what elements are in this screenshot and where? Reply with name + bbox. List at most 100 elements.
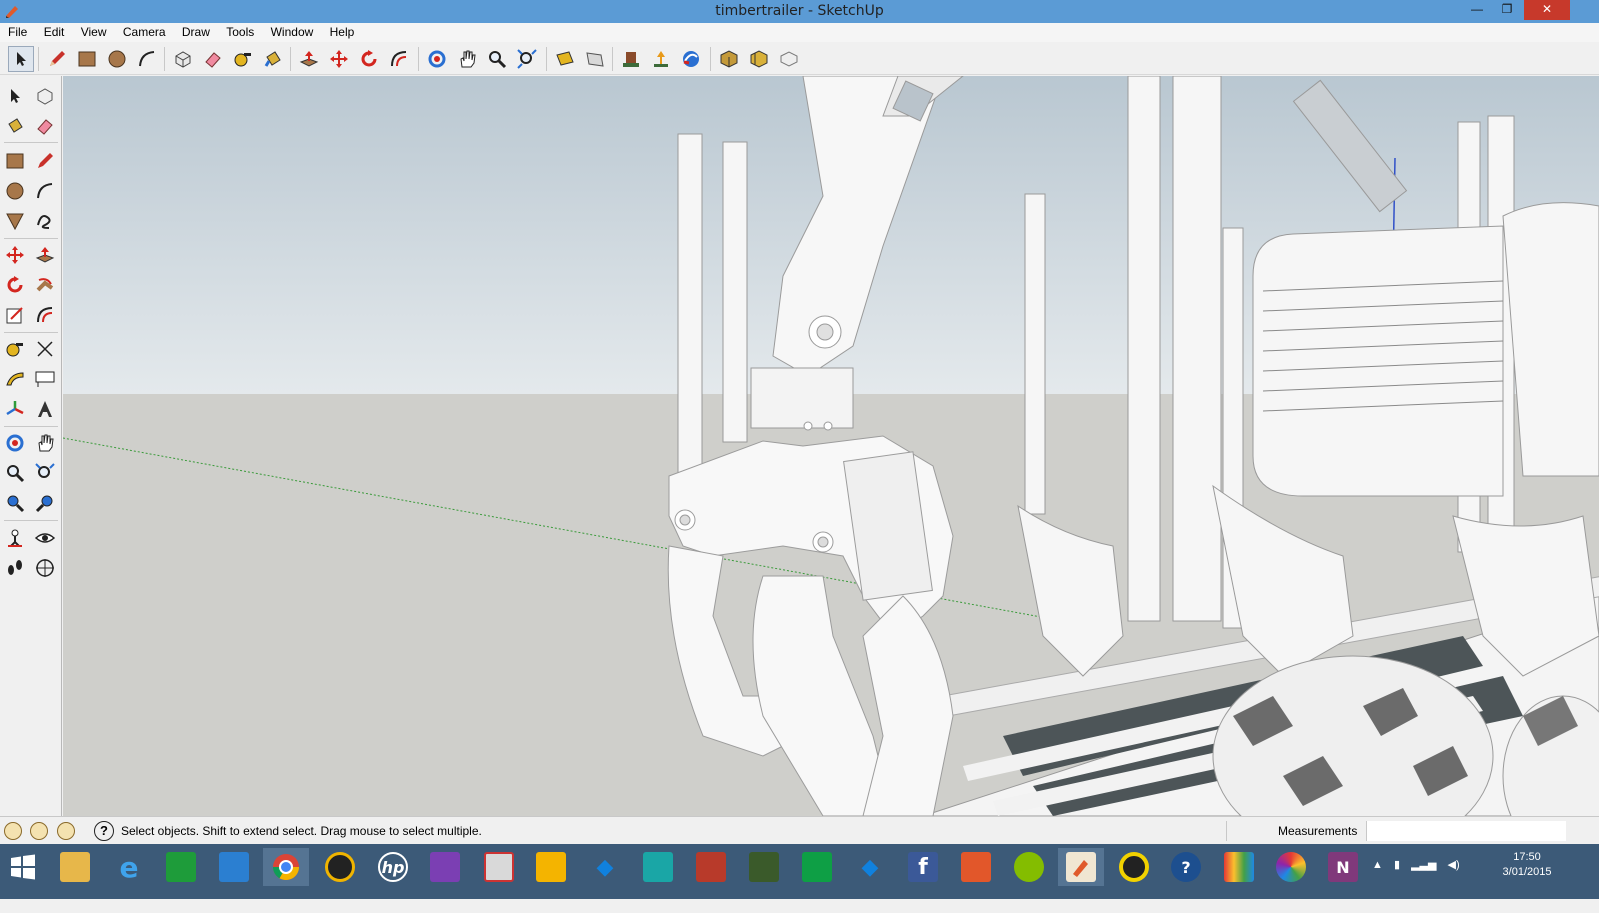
eraser-icon[interactable] [32, 113, 58, 139]
menu-draw[interactable]: Draw [182, 23, 210, 39]
tray-arrow-icon[interactable]: ▲ [1372, 859, 1383, 871]
select-icon[interactable] [2, 83, 28, 109]
model-scene[interactable] [63, 76, 1599, 816]
rotate-icon[interactable] [2, 272, 28, 298]
section-plane-icon[interactable] [32, 555, 58, 581]
move-icon[interactable] [2, 242, 28, 268]
next-view-icon[interactable] [582, 46, 608, 72]
make-component-icon[interactable] [32, 83, 58, 109]
eraser-icon[interactable] [200, 46, 226, 72]
geo-location-icon[interactable] [4, 822, 22, 840]
zoom-extents-icon[interactable] [514, 46, 540, 72]
walk-icon[interactable] [2, 555, 28, 581]
zoom-extents-icon[interactable] [32, 490, 58, 516]
line-icon[interactable] [32, 148, 58, 174]
tape-measure-icon[interactable] [230, 46, 256, 72]
previous-icon[interactable] [2, 490, 28, 516]
minimize-button[interactable]: — [1462, 0, 1492, 20]
pencil-icon[interactable] [44, 46, 70, 72]
share-model-icon[interactable] [648, 46, 674, 72]
styles-icon[interactable] [746, 46, 772, 72]
look-around-icon[interactable] [32, 525, 58, 551]
app-rocket-icon[interactable] [211, 848, 257, 886]
freehand-icon[interactable] [32, 208, 58, 234]
3ds-max-icon[interactable] [635, 848, 681, 886]
help-icon[interactable]: ? [1163, 848, 1209, 886]
menu-edit[interactable]: Edit [44, 23, 65, 39]
circle-icon[interactable] [2, 178, 28, 204]
instructor-help-icon[interactable]: ? [94, 821, 114, 841]
tape-measure-icon[interactable] [2, 336, 28, 362]
paint-bucket-icon[interactable] [260, 46, 286, 72]
system-tray[interactable]: ▲ ▮ ▂▃▅ ◀) [1372, 858, 1460, 913]
push-pull-icon[interactable] [32, 242, 58, 268]
sketchup-taskbar-icon[interactable] [1058, 848, 1104, 886]
menu-help[interactable]: Help [330, 23, 355, 39]
file-explorer-icon[interactable] [52, 848, 98, 886]
menu-window[interactable]: Window [271, 23, 314, 39]
farming-game-icon[interactable] [741, 848, 787, 886]
chrome-icon[interactable] [263, 848, 309, 886]
zoom-window-icon[interactable] [32, 460, 58, 486]
paint-bucket-icon[interactable] [2, 113, 28, 139]
pan-icon[interactable] [454, 46, 480, 72]
rectangle-icon[interactable] [74, 46, 100, 72]
hp-icon[interactable]: hp [370, 848, 416, 886]
audio-app-icon[interactable] [953, 848, 999, 886]
volume-icon[interactable]: ◀) [1448, 859, 1460, 871]
send-to-layout-icon[interactable] [776, 46, 802, 72]
make-component-icon[interactable] [170, 46, 196, 72]
follow-me-icon[interactable] [32, 272, 58, 298]
components-icon[interactable] [716, 46, 742, 72]
circle-icon[interactable] [104, 46, 130, 72]
axes-icon[interactable] [2, 396, 28, 422]
dimensions-icon[interactable] [32, 336, 58, 362]
measurements-input[interactable] [1366, 821, 1566, 841]
taskbar-clock[interactable]: 17:50 3/01/2015 [1492, 850, 1562, 880]
push-pull-icon[interactable] [296, 46, 322, 72]
offset-icon[interactable] [32, 302, 58, 328]
get-models-icon[interactable] [618, 46, 644, 72]
menu-tools[interactable]: Tools [226, 23, 254, 39]
dropbox-2-icon[interactable]: ◆ [847, 848, 893, 886]
maximize-button[interactable]: ❐ [1492, 0, 1522, 20]
app-purple-icon[interactable] [422, 848, 468, 886]
menu-file[interactable]: File [8, 23, 27, 39]
menu-view[interactable]: View [81, 23, 107, 39]
arc-icon[interactable] [32, 178, 58, 204]
arc-icon[interactable] [134, 46, 160, 72]
rectangle-icon[interactable] [2, 148, 28, 174]
polygon-icon[interactable] [2, 208, 28, 234]
start-button-icon[interactable] [0, 848, 46, 886]
credits-icon[interactable] [30, 822, 48, 840]
close-button[interactable]: ✕ [1524, 0, 1570, 20]
rotate-icon[interactable] [356, 46, 382, 72]
app-games-icon[interactable] [476, 848, 522, 886]
orbit-icon[interactable] [424, 46, 450, 72]
position-camera-icon[interactable] [2, 525, 28, 551]
scale-icon[interactable] [2, 302, 28, 328]
store-icon[interactable] [158, 848, 204, 886]
picasa-icon[interactable] [1268, 848, 1314, 886]
model-viewport[interactable] [63, 76, 1599, 816]
calculator-sheet-icon[interactable] [794, 848, 840, 886]
studio-icon[interactable] [1216, 848, 1262, 886]
network-icon[interactable]: ▂▃▅ [1411, 859, 1436, 871]
move-icon[interactable] [326, 46, 352, 72]
zoom-icon[interactable] [2, 460, 28, 486]
dropbox-icon[interactable]: ◆ [582, 848, 628, 886]
extension-warehouse-icon[interactable] [678, 46, 704, 72]
slides-icon[interactable] [528, 848, 574, 886]
menu-camera[interactable]: Camera [123, 23, 166, 39]
select-icon[interactable] [8, 46, 34, 72]
text-icon[interactable] [32, 366, 58, 392]
offset-icon[interactable] [386, 46, 412, 72]
onenote-icon[interactable]: N [1320, 848, 1366, 886]
circle-app-icon[interactable] [1111, 848, 1157, 886]
battery-icon[interactable]: ▮ [1394, 859, 1400, 871]
protractor-icon[interactable] [2, 366, 28, 392]
3d-text-icon[interactable] [32, 396, 58, 422]
copyright-icon[interactable] [57, 822, 75, 840]
orbit-icon[interactable] [2, 430, 28, 456]
pan-icon[interactable] [32, 430, 58, 456]
